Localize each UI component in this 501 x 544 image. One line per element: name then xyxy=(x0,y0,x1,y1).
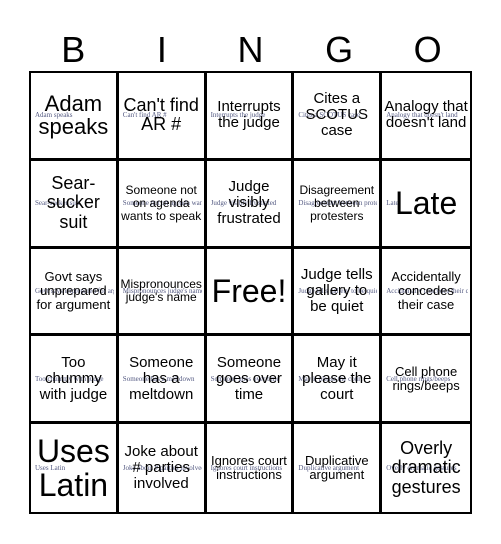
cell-text: Adam speaks xyxy=(38,90,109,140)
cell-text: Disagreement between protesters xyxy=(299,182,375,223)
bingo-cell[interactable]: Someone goes over time Someone goes over… xyxy=(206,336,295,425)
cell-text: Ignores court instructions xyxy=(211,453,287,483)
cell-text: Someone has a meltdown xyxy=(129,353,194,403)
bingo-cell[interactable]: Judge tells gallery to be quiet Judge te… xyxy=(294,248,383,337)
header-letter-g: G xyxy=(325,29,354,70)
cell-text: Someone not on agenda wants to speak xyxy=(121,182,202,223)
bingo-cell[interactable]: Duplicative argument Duplicative argumen… xyxy=(294,424,383,512)
cell-text: May it please the court xyxy=(302,353,372,403)
bingo-cell[interactable]: Cell phone rings/beeps Cell phone rings/… xyxy=(382,336,470,425)
cell-text: Can't find AR # xyxy=(123,94,199,135)
header-letter-i: I xyxy=(156,29,167,70)
free-space-text: Free! xyxy=(211,272,287,309)
cell-text: Joke about # parties involved xyxy=(124,442,198,493)
header-letter-o: O xyxy=(413,29,442,70)
bingo-cell[interactable]: Judge visibly frustrated Judge visibly f… xyxy=(206,160,295,249)
cell-text: Accidentally concedes their case xyxy=(391,268,461,312)
cell-text: Someone goes over time xyxy=(216,353,282,403)
cell-text: Analogy that doesn't land xyxy=(384,98,468,132)
header-letter-b: B xyxy=(61,29,86,70)
bingo-cell[interactable]: Can't find AR # Can't find AR # xyxy=(118,73,207,161)
free-space-cell[interactable]: Free! xyxy=(206,248,295,337)
bingo-grid: Adam speaks Adam speaks Can't find AR # … xyxy=(29,71,472,514)
cell-text: Duplicative argument xyxy=(304,453,369,483)
bingo-cell[interactable]: Overly dramatic gestures Overly dramatic… xyxy=(382,424,470,512)
bingo-cell[interactable]: Someone has a meltdown Someone has a mel… xyxy=(118,336,207,425)
bingo-cell[interactable]: Interrupts the judge Interrupts the judg… xyxy=(206,73,295,161)
cell-text: Cell phone rings/beeps xyxy=(392,363,460,393)
bingo-cell[interactable]: Govt says unprepared for argument Govt s… xyxy=(31,248,119,337)
cell-text: Uses Latin xyxy=(36,432,110,504)
bingo-cell[interactable]: Uses Latin Uses Latin xyxy=(31,424,119,512)
cell-text: Interrupts the judge xyxy=(217,98,281,132)
cell-text: Cites a SCOTUS case xyxy=(305,90,369,140)
bingo-cell[interactable]: Cites a SCOTUS case Cites a SCOTUS case xyxy=(294,73,383,161)
cell-text: Too chummy with judge xyxy=(39,353,108,403)
bingo-cell[interactable]: Adam speaks Adam speaks xyxy=(31,73,119,161)
cell-text: Mispronounces judge's name xyxy=(120,277,202,304)
bingo-cell[interactable]: Mispronounces judge's name Mispronounces… xyxy=(118,248,207,337)
bingo-cell[interactable]: Joke about # parties involved Joke about… xyxy=(119,424,207,512)
bingo-cell[interactable]: Analogy that doesn't land Analogy that d… xyxy=(382,73,470,161)
cell-text: Judge tells gallery to be quiet xyxy=(300,265,373,316)
cell-text: Overly dramatic gestures xyxy=(391,437,461,497)
bingo-cell[interactable]: Disagreement between protesters Disagree… xyxy=(294,160,383,249)
bingo-cell[interactable]: Accidentally concedes their case Acciden… xyxy=(382,249,470,337)
bingo-cell[interactable]: Sear-sucker suit Sear-sucker suit xyxy=(31,160,119,249)
cell-text: Govt says unprepared for argument xyxy=(36,268,111,312)
header-letter-n: N xyxy=(237,29,264,70)
bingo-cell[interactable]: Too chummy with judge Too chummy with ju… xyxy=(31,336,119,425)
cell-text: Sear-sucker suit xyxy=(46,173,100,232)
bingo-cell[interactable]: May it please the court May it please th… xyxy=(294,336,383,425)
cell-text: Late xyxy=(394,184,458,221)
bingo-cell[interactable]: Someone not on agenda wants to speak Som… xyxy=(118,160,207,249)
bingo-cell[interactable]: Ignores court instructions Ignores court… xyxy=(207,424,295,512)
bingo-header: B I N G O xyxy=(29,28,472,71)
cell-text: Judge visibly frustrated xyxy=(217,177,281,228)
bingo-cell[interactable]: Late Late xyxy=(382,161,470,249)
